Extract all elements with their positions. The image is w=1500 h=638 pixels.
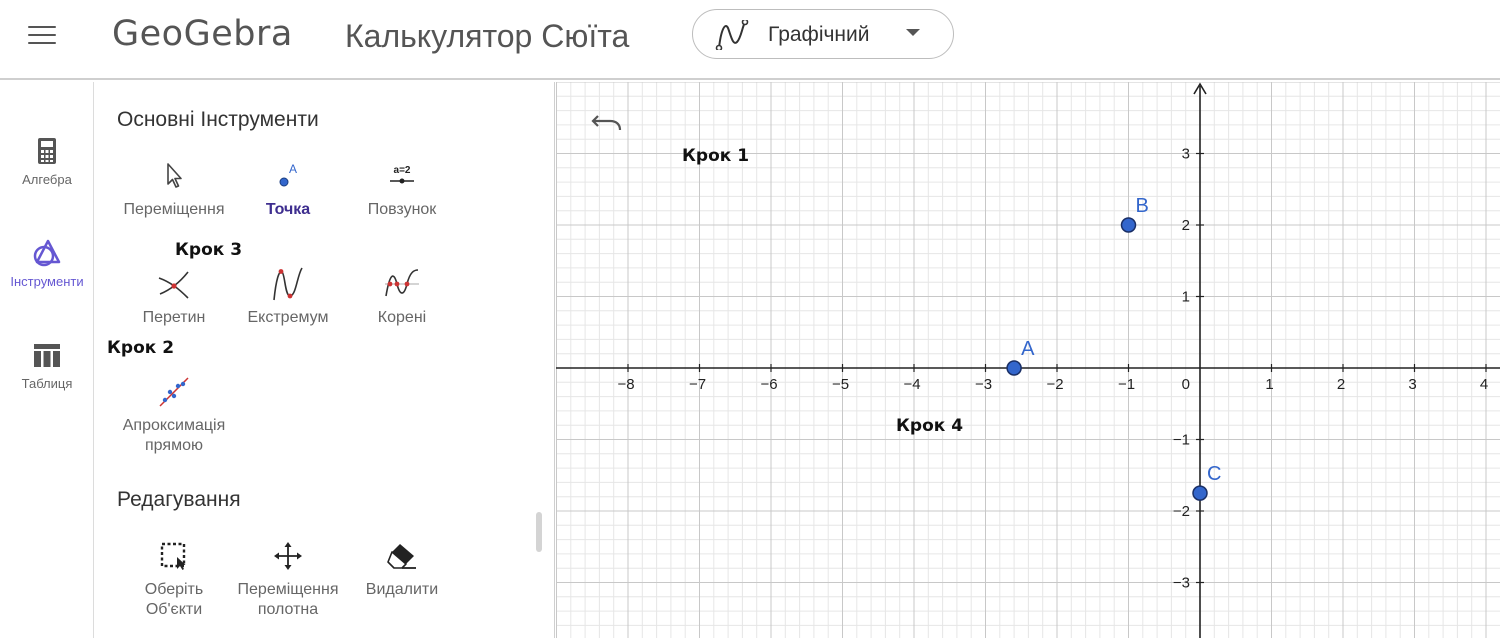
x-tick-label: −6: [760, 376, 777, 393]
tool-label-best-fit-line: Апроксимація прямою: [122, 417, 226, 454]
point-icon: A: [279, 162, 297, 187]
tool-point[interactable]: A Точка: [229, 158, 347, 220]
nav-label-tools: Інструменти: [10, 274, 84, 289]
chevron-down-icon: [906, 29, 920, 36]
tools-panel: Основні Інструменти Переміщення A Точка …: [95, 82, 555, 638]
cursor-arrow-icon: [167, 163, 182, 188]
origin-label: 0: [1182, 376, 1190, 393]
section-title-basic-tools: Основні Інструменти: [117, 108, 319, 131]
select-objects-icon: [160, 542, 186, 570]
tool-extremum[interactable]: Екстремум: [229, 266, 347, 328]
app-header: GeoGebra Калькулятор Сюїта Графічний: [0, 0, 1500, 80]
point-label-a: A: [1021, 338, 1035, 360]
y-tick-label: 2: [1182, 217, 1190, 234]
app-mode-dropdown[interactable]: Графічний: [692, 9, 954, 59]
step-label-2: Крок 2: [107, 338, 175, 358]
step-label-1: Крок 1: [682, 146, 750, 166]
tool-label-select-objects: Оберіть Об'єкти: [144, 581, 204, 618]
point-a[interactable]: [1006, 360, 1022, 376]
tool-roots[interactable]: Корені: [343, 266, 461, 328]
tool-delete[interactable]: Видалити: [343, 538, 461, 600]
y-tick-label: −3: [1173, 575, 1190, 592]
x-tick-label: −4: [903, 376, 920, 393]
point-c[interactable]: [1192, 485, 1208, 501]
extremum-icon: [273, 267, 303, 301]
tool-move-canvas[interactable]: Переміщення полотна: [229, 538, 347, 620]
best-fit-line-icon: [159, 377, 189, 407]
x-tick-label: −2: [1046, 376, 1063, 393]
nav-label-algebra: Алгебра: [22, 172, 72, 187]
point-label-c: C: [1207, 463, 1221, 485]
table-icon: [34, 344, 60, 367]
eraser-icon: [387, 544, 416, 569]
x-tick-label: 2: [1337, 376, 1345, 393]
tool-select-objects[interactable]: Оберіть Об'єкти: [115, 538, 233, 620]
geogebra-logo: GeoGebra: [112, 14, 293, 54]
nav-item-tools[interactable]: Інструменти: [0, 238, 94, 289]
roots-icon: [385, 269, 419, 297]
tool-label-delete: Видалити: [365, 581, 439, 598]
y-tick-label: 3: [1182, 146, 1190, 163]
tool-label-slider: Повзунок: [367, 201, 437, 218]
x-tick-label: 3: [1408, 376, 1416, 393]
y-tick-label: −1: [1173, 432, 1190, 449]
app-mode-label: Графічний: [768, 23, 870, 46]
nav-item-table[interactable]: Таблиця: [0, 340, 94, 391]
graphing-mode-icon: [715, 20, 749, 50]
tool-label-move-canvas: Переміщення полотна: [237, 581, 339, 618]
y-tick-label: −2: [1173, 503, 1190, 520]
x-tick-label: −5: [832, 376, 849, 393]
intersect-icon: [158, 271, 189, 299]
section-title-edit: Редагування: [117, 488, 241, 511]
point-label-b: B: [1136, 195, 1149, 217]
calculator-icon: [38, 138, 56, 164]
tool-label-move: Переміщення: [123, 201, 225, 218]
nav-item-algebra[interactable]: Алгебра: [0, 136, 94, 187]
nav-label-table: Таблиця: [21, 376, 73, 391]
x-tick-label: 4: [1480, 376, 1488, 393]
tool-label-intersect: Перетин: [142, 309, 206, 326]
slider-icon: a=2: [390, 165, 414, 184]
x-tick-label: 1: [1265, 376, 1273, 393]
undo-icon[interactable]: [588, 104, 626, 138]
point-b[interactable]: [1120, 217, 1137, 233]
tool-label-extremum: Екстремум: [247, 309, 329, 326]
svg-text:A: A: [289, 162, 297, 176]
menu-icon[interactable]: [28, 26, 56, 46]
tool-slider[interactable]: a=2 Повзунок: [343, 158, 461, 220]
panel-resize-handle[interactable]: [536, 512, 542, 552]
side-nav: Алгебра Інструменти Таблиця: [0, 82, 94, 638]
tool-label-point: Точка: [265, 201, 311, 218]
slider-icon-text: a=2: [394, 165, 411, 176]
tool-intersect[interactable]: Перетин: [115, 266, 233, 328]
x-tick-label: −7: [689, 376, 706, 393]
tools-icon: [33, 239, 61, 267]
tool-move[interactable]: Переміщення: [115, 158, 233, 220]
x-tick-label: −8: [617, 376, 634, 393]
x-tick-label: −3: [975, 376, 992, 393]
step-label-4: Крок 4: [896, 416, 964, 436]
step-label-3: Крок 3: [175, 240, 243, 260]
app-title: Калькулятор Сюїта: [345, 18, 630, 54]
y-tick-label: 1: [1182, 289, 1190, 306]
x-tick-label: −1: [1118, 376, 1135, 393]
tool-label-roots: Корені: [377, 309, 427, 326]
tool-best-fit-line[interactable]: Апроксимація прямою: [115, 374, 233, 456]
move-canvas-icon: [274, 542, 302, 570]
